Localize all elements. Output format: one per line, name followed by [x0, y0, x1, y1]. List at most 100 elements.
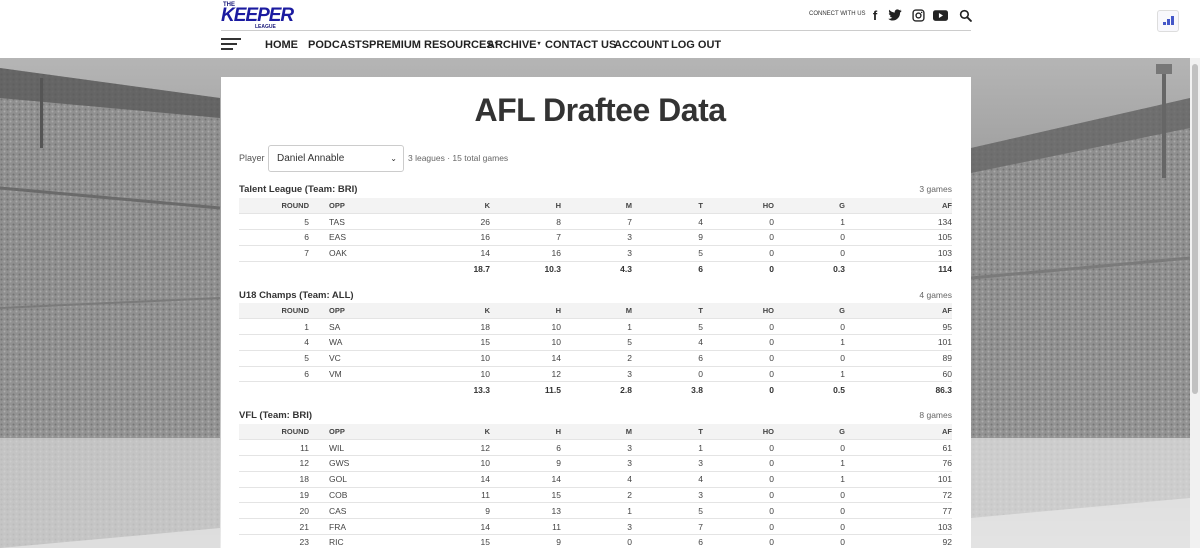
- table-cell: 11: [399, 487, 490, 504]
- table-cell: 5: [239, 350, 309, 367]
- nav-label: PREMIUM RESOURCES: [369, 39, 494, 51]
- column-header: ROUND: [239, 303, 309, 320]
- column-header: T: [632, 198, 703, 215]
- table-cell: WIL: [309, 439, 399, 457]
- search-icon[interactable]: [957, 7, 973, 23]
- table-cell: 7: [490, 229, 561, 246]
- table-cell: 0: [774, 229, 845, 246]
- table-cell: FRA: [309, 518, 399, 536]
- column-header: M: [561, 198, 632, 215]
- table-cell: 0: [703, 229, 774, 246]
- column-header: HO: [703, 424, 774, 441]
- facebook-icon[interactable]: f: [869, 7, 881, 23]
- scrollbar[interactable]: [1190, 58, 1200, 548]
- site-logo[interactable]: THE KEEPER LEAGUE: [221, 2, 294, 30]
- nav-label: LOG OUT: [671, 39, 722, 51]
- column-header: OPP: [309, 198, 399, 215]
- table-cell: 61: [845, 439, 952, 457]
- table-cell: 1: [774, 334, 845, 351]
- average-cell: [309, 382, 399, 398]
- instagram-icon[interactable]: [910, 7, 926, 23]
- table-cell: SA: [309, 318, 399, 336]
- nav-label: PODCASTS: [308, 39, 370, 51]
- table-cell: 5: [632, 245, 703, 262]
- table-cell: 0: [774, 487, 845, 504]
- table-header-row: ROUND OPP K H M T HO G AF: [239, 198, 952, 215]
- table-cell: 0: [703, 487, 774, 504]
- table-cell: 0: [703, 471, 774, 488]
- table-cell: 14: [399, 245, 490, 262]
- table-cell: 10: [399, 350, 490, 367]
- table-cell: 3: [561, 366, 632, 383]
- youtube-icon[interactable]: [932, 7, 948, 23]
- table-cell: 16: [490, 245, 561, 262]
- average-cell: 0.3: [833, 264, 845, 275]
- average-cell: 10.3: [544, 264, 561, 275]
- player-select[interactable]: Daniel Annable ⌄: [268, 145, 404, 172]
- table-cell: 6: [239, 229, 309, 246]
- table-row: 7 OAK 14 16 3 5 0 0 103: [239, 245, 952, 262]
- table-cell: 0: [561, 534, 632, 548]
- table-cell: 1: [561, 318, 632, 336]
- player-select-value: Daniel Annable: [277, 153, 345, 164]
- table-cell: 16: [399, 229, 490, 246]
- table-cell: 0: [774, 502, 845, 520]
- table-cell: 72: [845, 487, 952, 504]
- table-cell: 15: [490, 487, 561, 504]
- nav-home[interactable]: HOME: [265, 39, 298, 51]
- column-header: AF: [845, 424, 952, 441]
- nav-contact-us[interactable]: CONTACT US: [545, 39, 616, 51]
- table-cell: 0: [703, 518, 774, 536]
- table-cell: 26: [399, 213, 490, 231]
- section-title: VFL (Team: BRI): [239, 410, 313, 421]
- nav-premium-resources[interactable]: PREMIUM RESOURCES▾: [369, 39, 498, 51]
- table-cell: 0: [703, 334, 774, 351]
- nav-podcasts[interactable]: PODCASTS: [308, 39, 369, 51]
- table-cell: 1: [774, 455, 845, 472]
- averages-row: 18.7 10.3 4.3 6 0 0.3 114: [239, 261, 952, 277]
- table-cell: TAS: [309, 213, 399, 231]
- table-cell: COB: [309, 487, 399, 504]
- table-cell: 10: [490, 334, 561, 351]
- table-cell: 0: [774, 245, 845, 262]
- column-header: G: [774, 424, 845, 441]
- table-cell: 15: [399, 534, 490, 548]
- column-header: HO: [703, 198, 774, 215]
- nav-archive[interactable]: ARCHIVE▾: [487, 39, 541, 51]
- chevron-down-icon: ⌄: [390, 154, 397, 163]
- table-cell: EAS: [309, 229, 399, 246]
- section-title: Talent League (Team: BRI): [239, 184, 358, 195]
- twitter-icon[interactable]: [887, 7, 903, 23]
- table-row: 18 GOL 14 14 4 4 0 1 101: [239, 471, 952, 488]
- table-row: 20 CAS 9 13 1 5 0 0 77: [239, 502, 952, 520]
- caret-down-icon: ▾: [537, 41, 541, 47]
- section-title: U18 Champs (Team: ALL): [239, 290, 354, 301]
- table-cell: GWS: [309, 455, 399, 472]
- column-header: H: [490, 303, 561, 320]
- table-row: 12 GWS 10 9 3 3 0 1 76: [239, 455, 952, 472]
- table-cell: 4: [632, 334, 703, 351]
- table-cell: 7: [239, 245, 309, 262]
- table-cell: 92: [845, 534, 952, 548]
- table-cell: 19: [239, 487, 309, 504]
- header-divider: [221, 30, 971, 31]
- stats-table-vfl: ROUND OPP K H M T HO G AF 11 WIL 12 6 3 1 0 0 61 12 GWS 10 9 3…: [239, 424, 952, 548]
- average-cell: [309, 261, 399, 277]
- site-badge-icon[interactable]: [1157, 10, 1179, 32]
- table-row: 6 VM 10 12 3 0 0 1 60: [239, 366, 952, 383]
- table-cell: 7: [632, 518, 703, 536]
- nav-account[interactable]: ACCOUNT: [614, 39, 669, 51]
- table-cell: 9: [490, 534, 561, 548]
- menu-icon[interactable]: [221, 38, 241, 52]
- table-cell: 9: [490, 455, 561, 472]
- nav-log-out[interactable]: LOG OUT: [671, 39, 721, 51]
- table-cell: 1: [774, 471, 845, 488]
- table-cell: 21: [239, 518, 309, 536]
- average-cell: 2.8: [620, 385, 632, 396]
- table-cell: 1: [774, 213, 845, 231]
- table-cell: 15: [399, 334, 490, 351]
- table-cell: 0: [703, 213, 774, 231]
- table-cell: 3: [561, 245, 632, 262]
- column-header: AF: [845, 198, 952, 215]
- table-cell: 14: [490, 350, 561, 367]
